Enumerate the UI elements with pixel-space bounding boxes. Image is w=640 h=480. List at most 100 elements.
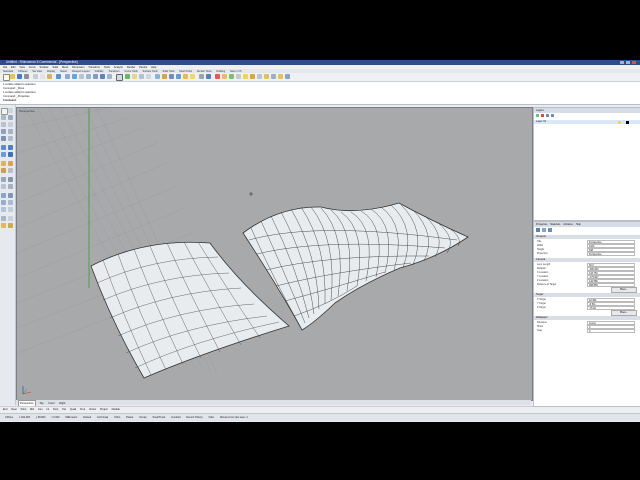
save-icon[interactable] [17,74,22,79]
rendered-icon[interactable] [162,74,167,79]
cylinder-icon[interactable] [1,168,6,173]
layer-visible-icon[interactable] [618,120,621,124]
join-icon[interactable] [8,184,13,189]
command-prompt[interactable]: Command: [3,99,17,102]
prop-value[interactable]: 42.394 [587,298,635,302]
extra-tool-10-icon[interactable] [278,74,283,79]
extra-tool-2-icon[interactable] [222,74,227,79]
polyline-icon[interactable] [1,115,6,120]
four-viewports-icon[interactable] [116,74,123,81]
status-grid-snap[interactable]: Grid Snap [97,414,108,421]
trim-icon[interactable] [1,184,6,189]
object-properties-icon[interactable] [536,228,540,232]
light-icon[interactable] [190,74,195,79]
viewport-properties-icon[interactable] [548,228,552,232]
zoom-extents-icon[interactable] [93,74,98,79]
circle-icon[interactable] [1,122,6,127]
array-icon[interactable] [8,207,13,212]
zoom-window-icon[interactable] [86,74,91,79]
prop-value[interactable]: 142.586 [587,279,635,283]
properties-icon[interactable] [132,74,137,79]
layer-icon[interactable] [125,74,130,79]
extra-tool-icon[interactable] [215,74,220,79]
prop-value[interactable]: (none) [587,321,635,325]
help-icon[interactable] [206,74,211,79]
wallpaper-section[interactable]: Wallpaper [534,316,640,320]
command-history[interactable]: 1 surface added to selection. Command: _… [0,82,640,105]
block-icon[interactable] [8,223,13,228]
paste-icon[interactable] [47,74,52,79]
scale-icon[interactable] [8,200,13,205]
minimize-button[interactable] [620,61,624,64]
split-icon[interactable] [8,177,13,182]
text-icon[interactable] [8,216,13,221]
box-icon[interactable] [1,161,6,166]
extra-tool-3-icon[interactable] [229,74,234,79]
select-arrow-icon[interactable] [1,108,8,115]
status-layer[interactable]: Default [83,414,91,421]
target-section[interactable]: Target [534,293,640,297]
extra-tool-9-icon[interactable] [271,74,276,79]
prop-value[interactable]: 268.859 [587,283,635,287]
rotate-icon[interactable] [1,200,6,205]
prop-value[interactable]: 1023 [587,244,635,248]
point-icon[interactable] [8,108,13,113]
print-icon[interactable] [24,74,29,79]
analyze-icon[interactable] [1,223,6,228]
sun-icon[interactable] [183,74,188,79]
sphere-icon[interactable] [8,161,13,166]
move-down-icon[interactable] [551,114,554,117]
prop-value[interactable]: -179.907 [587,275,635,279]
boolean-icon[interactable] [1,177,6,182]
close-button[interactable] [632,61,636,64]
rotate-view-icon[interactable] [72,74,77,79]
extra-tool-4-icon[interactable] [236,74,241,79]
prop-value[interactable]: 0 [587,325,635,329]
dimension-icon[interactable] [1,216,6,221]
material-icon[interactable] [176,74,181,79]
target-place-button[interactable]: Place... [611,310,637,316]
move-icon[interactable] [1,193,6,198]
extra-tool-8-icon[interactable] [264,74,269,79]
copy-object-icon[interactable] [8,193,13,198]
arc-icon[interactable] [8,122,13,127]
ellipse-icon[interactable] [1,129,6,134]
status-osnap[interactable]: Osnap [139,414,146,421]
layer-color-swatch[interactable] [626,120,629,124]
new-layer-icon[interactable] [536,114,539,117]
tab-properties[interactable]: Properties [536,222,547,227]
layer-row[interactable]: Layer 01 [534,120,640,124]
maximize-button[interactable] [626,61,630,64]
status-ortho[interactable]: Ortho [114,414,120,421]
extra-tool-7-icon[interactable] [257,74,262,79]
prop-value[interactable]: 50.0 [587,263,635,267]
tab-libraries[interactable]: Libraries [563,222,573,227]
curve-icon[interactable] [8,115,13,120]
tab-materials[interactable]: Materials [550,222,560,227]
sweep-icon[interactable] [1,152,6,157]
prop-value[interactable]: 143.753 [587,271,635,275]
prop-value[interactable]: Perspective [587,252,635,256]
camera-place-button[interactable]: Place... [611,287,637,293]
left-surface[interactable] [90,241,290,379]
fillet-icon[interactable] [8,136,13,141]
cut-icon[interactable] [33,74,38,79]
status-planar[interactable]: Planar [126,414,133,421]
zoom-selected-icon[interactable] [100,74,105,79]
extra-tool-5-icon[interactable] [243,74,248,79]
extrude-icon[interactable] [8,152,13,157]
osnap-icon[interactable] [139,74,144,79]
open-icon[interactable] [10,74,15,79]
extra-tool-6-icon[interactable] [250,74,255,79]
polygon-icon[interactable] [1,136,6,141]
mesh-icon[interactable] [8,168,13,173]
mirror-icon[interactable] [1,207,6,212]
prop-value[interactable]: -6.511 [587,302,635,306]
right-surface[interactable] [242,202,469,331]
pan-icon[interactable] [65,74,70,79]
prop-value[interactable]: 548 [587,248,635,252]
undo-view-icon[interactable] [107,74,112,79]
extra-tool-11-icon[interactable] [285,74,290,79]
prop-value[interactable]: -180.000 [587,267,635,271]
prop-value[interactable]: -76.92 [587,306,635,310]
